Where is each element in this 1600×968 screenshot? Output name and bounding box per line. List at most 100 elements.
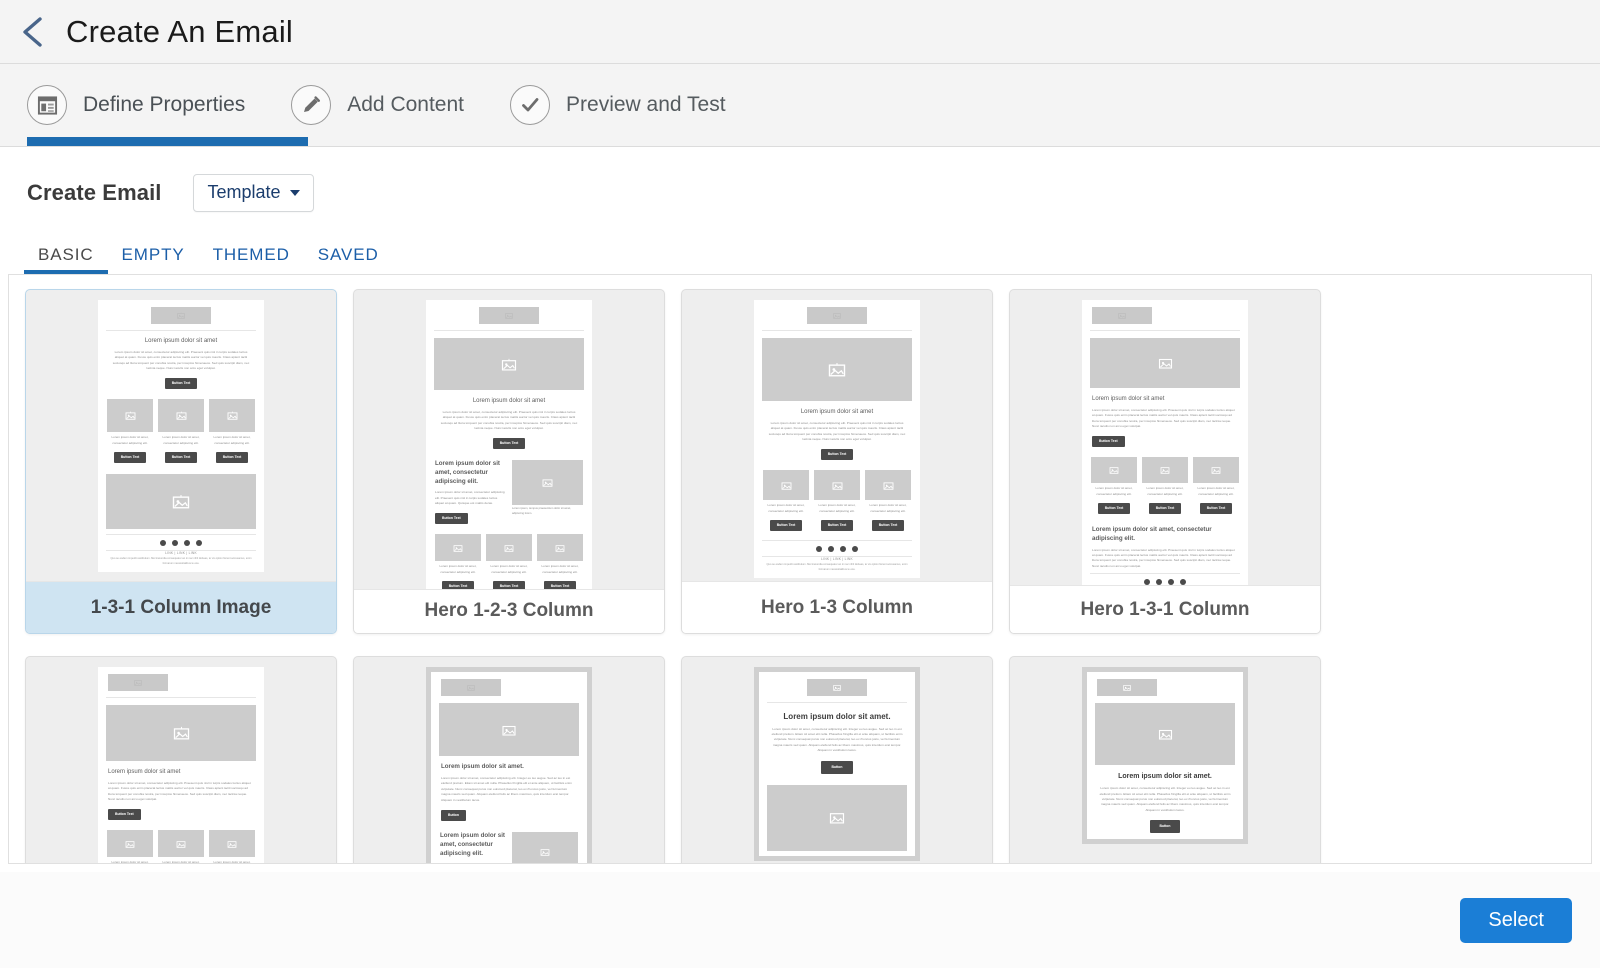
thumb-column-text: Lorem ipsum dolor sit amet, consectetur … (158, 860, 204, 864)
tab-themed[interactable]: THEMED (199, 245, 304, 274)
create-email-title: Create Email (27, 180, 162, 206)
wizard-step-label: Preview and Test (566, 93, 726, 117)
thumb-column: Lorem ipsum dolor sit amet, consectetur … (435, 460, 506, 530)
thumb-button: Button Text (1098, 503, 1131, 514)
thumb-heading: Lorem ipsum dolor sit amet (1092, 395, 1238, 404)
image-placeholder-icon (106, 474, 256, 529)
thumb-three-columns: Lorem ipsum dolor sit amet, consectetur … (435, 534, 583, 588)
image-placeholder-icon (434, 338, 584, 390)
thumb-links: LINK | LINK | LINK (754, 557, 920, 562)
tab-empty[interactable]: EMPTY (108, 245, 199, 274)
thumb-heading: Lorem ipsum dolor sit amet (108, 768, 254, 777)
image-placeholder-icon (106, 705, 256, 761)
thumb-heading: Lorem ipsum dolor sit amet (108, 337, 254, 346)
image-placeholder-icon (435, 534, 481, 561)
thumb-button: Button Text (493, 581, 526, 589)
social-icons (98, 540, 264, 546)
thumb-column: Lorem ipsum dolor sit amet, consectetur … (1193, 457, 1239, 519)
logo-placeholder (807, 307, 867, 324)
email-wireframe: Lorem ipsum dolor sit amet Lorem ipsum d… (98, 300, 264, 572)
wizard-step-add-content[interactable]: Add Content (291, 75, 464, 135)
image-placeholder-icon (1090, 338, 1240, 388)
image-placeholder-icon (209, 399, 255, 432)
tab-saved[interactable]: SAVED (304, 245, 393, 274)
thumb-column: Lorem ipsum, tempus praesentium dolor si… (512, 460, 583, 530)
thumb-column: Lorem ipsum dolor sit amet, consectetur … (537, 534, 583, 588)
thumb-column: Lorem ipsum dolor sit amet, consectetur … (440, 832, 506, 864)
thumb-column: Lorem ipsum dolor sit amet, consectetur … (763, 470, 809, 536)
tab-basic[interactable]: BASIC (24, 245, 108, 274)
template-card[interactable]: Lorem ipsum dolor sit amet Lorem ipsum d… (1009, 289, 1321, 634)
email-wireframe: Lorem ipsum dolor sit amet. Lorem ipsum … (754, 667, 920, 861)
thumb-column: Lorem ipsum dolor sit amet, consectetur … (865, 470, 911, 536)
linkedin-icon (184, 540, 190, 546)
template-card[interactable]: Lorem ipsum dolor sit amet Lorem ipsum d… (25, 656, 337, 864)
body-area: Create Email Template BASIC EMPTY THEMED… (0, 147, 1600, 968)
image-placeholder-icon (1095, 703, 1235, 765)
template-gallery-scroll[interactable]: Lorem ipsum dolor sit amet Lorem ipsum d… (8, 274, 1592, 864)
thumb-button: Button Text (1149, 503, 1182, 514)
image-placeholder-icon (512, 832, 578, 864)
wizard-step-preview-and-test[interactable]: Preview and Test (510, 75, 726, 135)
image-placeholder-icon (209, 830, 255, 857)
wizard-step-define-properties[interactable]: Define Properties (27, 75, 245, 135)
template-card-label: 1-3-1 Column Image (26, 581, 336, 633)
template-dropdown-label: Template (208, 182, 281, 203)
footer-bar: Select (0, 872, 1600, 968)
thumb-body: Lorem ipsum dolor sit amet, consectetur … (441, 776, 577, 803)
thumb-button: Button Text (165, 378, 198, 389)
template-card[interactable]: Lorem ipsum dolor sit amet. Lorem ipsum … (681, 656, 993, 864)
template-card-label: Hero 1-2-3 Column (354, 589, 664, 633)
template-thumbnail: Lorem ipsum dolor sit amet. Lorem ipsum … (1010, 657, 1320, 864)
email-wireframe: Lorem ipsum dolor sit amet. Lorem ipsum … (1082, 667, 1248, 844)
thumb-button-row: Button Text (98, 375, 264, 395)
template-category-tabs: BASIC EMPTY THEMED SAVED (0, 238, 1600, 274)
thumb-column-text: Lorem ipsum dolor sit amet, consectetur … (107, 435, 153, 446)
thumb-column-text: Lorem ipsum dolor sit amet, consectetur … (1193, 486, 1239, 497)
thumb-heading: Lorem ipsum dolor sit amet (436, 397, 582, 406)
template-card[interactable]: Lorem ipsum dolor sit amet Lorem ipsum d… (25, 289, 337, 634)
thumb-column: Lorem ipsum dolor sit amet, consectetur … (158, 830, 204, 864)
image-placeholder-icon (439, 703, 579, 756)
thumb-button: Button Text (770, 520, 803, 531)
email-wireframe: Lorem ipsum dolor sit amet Lorem ipsum d… (1082, 300, 1248, 585)
thumb-button: Button Text (493, 438, 526, 449)
thumb-column: Lorem ipsum dolor sit amet, consectetur … (107, 830, 153, 864)
chevron-left-icon (19, 15, 45, 49)
linkedin-icon (840, 546, 846, 552)
facebook-icon (160, 540, 166, 546)
thumb-heading: Lorem ipsum dolor sit amet, consectetur … (440, 832, 506, 859)
thumb-column: Lorem ipsum dolor sit amet, consectetur … (814, 470, 860, 536)
thumb-button: Button (441, 810, 466, 821)
thumb-column: Lorem ipsum dolor sit amet, consectetur … (486, 534, 532, 588)
globe-icon (852, 546, 858, 552)
template-thumbnail: Lorem ipsum dolor sit amet Lorem ipsum d… (26, 657, 336, 864)
app-header: Create An Email (0, 0, 1600, 64)
logo-placeholder (108, 674, 168, 691)
thumb-column-text: Lorem ipsum dolor sit amet, consectetur … (1142, 486, 1188, 497)
template-dropdown[interactable]: Template (193, 174, 314, 212)
facebook-icon (816, 546, 822, 552)
back-button[interactable] (10, 10, 54, 54)
globe-icon (196, 540, 202, 546)
template-card[interactable]: Lorem ipsum dolor sit amet Lorem ipsum d… (681, 289, 993, 634)
image-placeholder-icon (107, 830, 153, 857)
template-card[interactable]: Lorem ipsum dolor sit amet. Lorem ipsum … (1009, 656, 1321, 864)
thumb-heading: Lorem ipsum dolor sit amet. (1097, 772, 1233, 782)
template-card[interactable]: Lorem ipsum dolor sit amet. Lorem ipsum … (353, 656, 665, 864)
pencil-icon (291, 85, 331, 125)
thumb-button: Button Text (544, 581, 577, 589)
thumb-three-columns: Lorem ipsum dolor sit amet, consectetur … (107, 399, 255, 468)
template-thumbnail: Lorem ipsum dolor sit amet Lorem ipsum d… (682, 290, 992, 581)
select-button[interactable]: Select (1460, 898, 1572, 943)
thumb-two-columns: Lorem ipsum dolor sit amet, consectetur … (435, 460, 583, 530)
image-placeholder-icon (158, 399, 204, 432)
social-icons (754, 546, 920, 552)
template-card[interactable]: Lorem ipsum dolor sit amet Lorem ipsum d… (353, 289, 665, 634)
thumb-three-columns: Lorem ipsum dolor sit amet, consectetur … (763, 470, 911, 536)
template-card-label: Hero 1-3-1 Column (1010, 585, 1320, 633)
email-wireframe: Lorem ipsum dolor sit amet. Lorem ipsum … (426, 667, 592, 864)
thumb-body: Lorem ipsum dolor sit amet, consectetur … (1092, 408, 1238, 430)
image-placeholder-icon (537, 534, 583, 561)
thumb-column: Lorem ipsum dolor sit amet, consectetur … (107, 399, 153, 468)
